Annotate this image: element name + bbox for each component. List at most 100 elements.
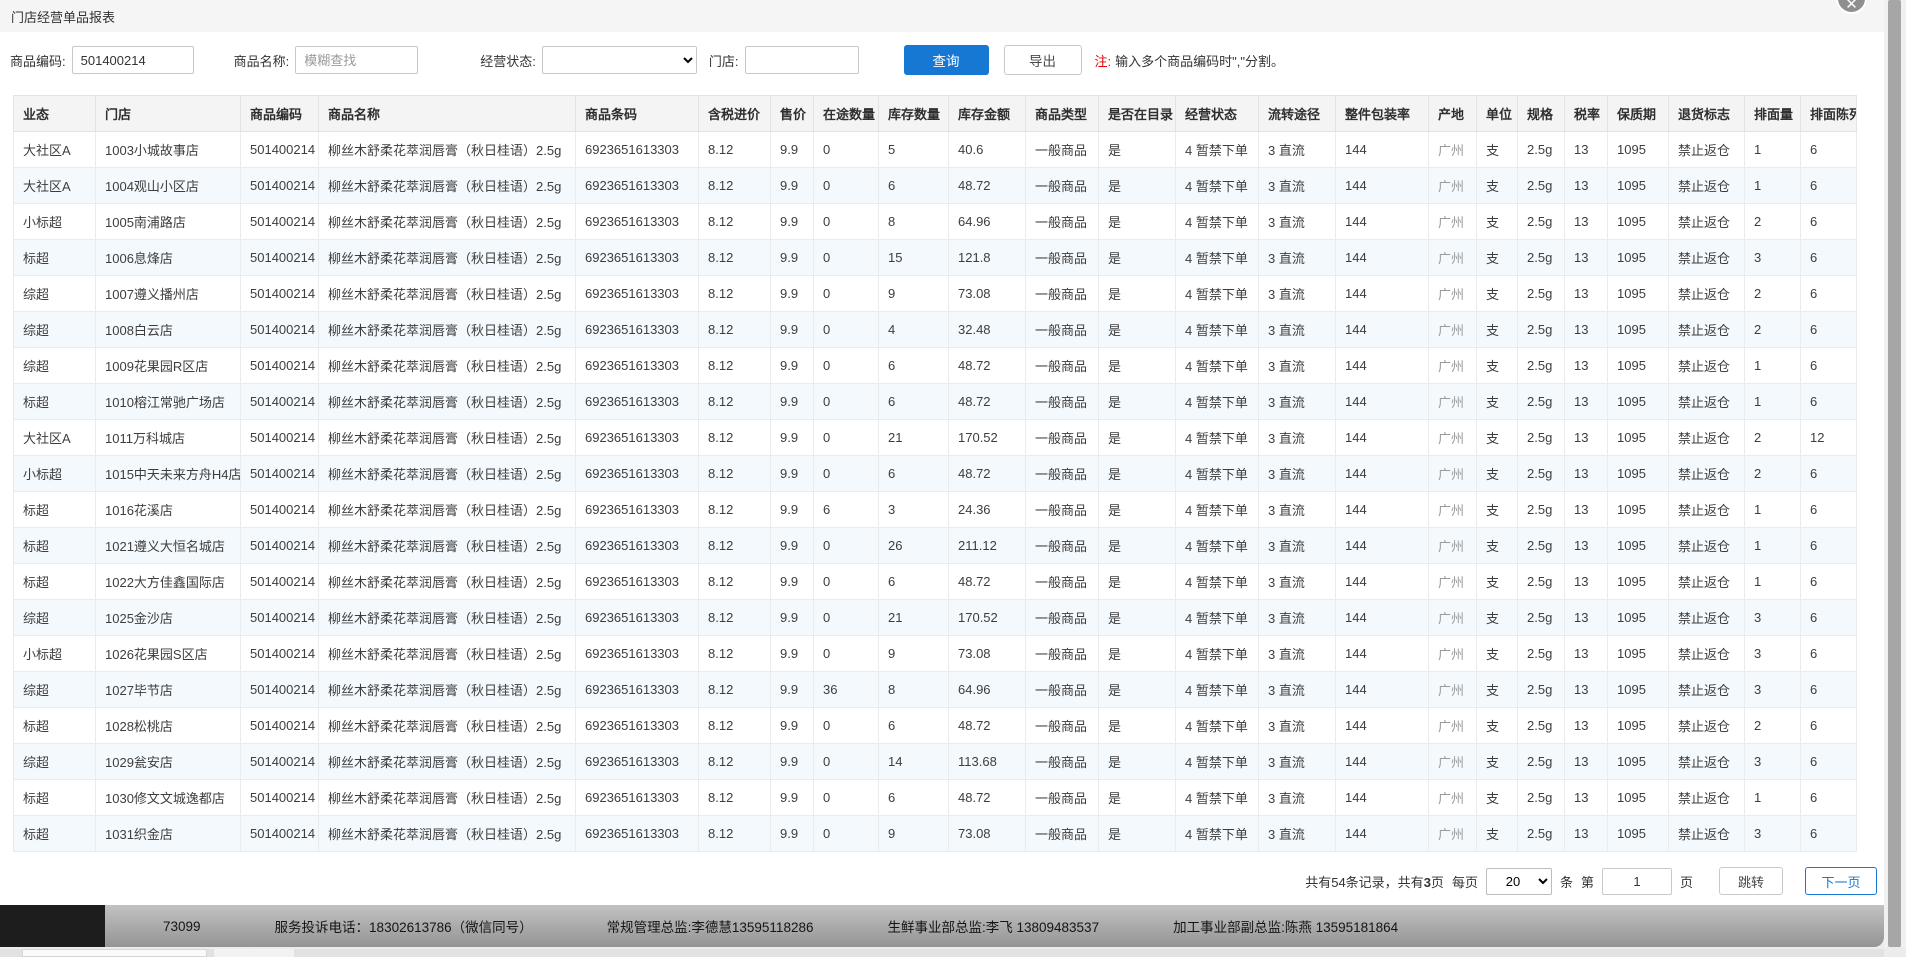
table-row: 标超1022大方佳鑫国际店501400214柳丝木舒柔花萃润唇膏（秋日桂语）2.…: [14, 564, 1857, 600]
cell-display: 2: [1745, 204, 1801, 240]
footer-bar: 73099 服务投诉电话：18302613786（微信同号） 常规管理总监:李德…: [0, 905, 1884, 947]
cell-display_total: 6: [1801, 384, 1857, 420]
cell-transit: 0: [814, 312, 879, 348]
cell-store: 1005南浦路店: [96, 204, 241, 240]
cell-price: 9.9: [771, 492, 814, 528]
cell-name: 柳丝木舒柔花萃润唇膏（秋日桂语）2.5g: [319, 528, 576, 564]
column-header-pack_rate: 整件包装率: [1336, 96, 1429, 132]
cell-pack_rate: 144: [1336, 348, 1429, 384]
cell-type: 一般商品: [1026, 348, 1099, 384]
cell-stock: 6: [879, 456, 949, 492]
cell-channel: 3 直流: [1259, 816, 1336, 852]
table-row: 综超1008白云店501400214柳丝木舒柔花萃润唇膏（秋日桂语）2.5g69…: [14, 312, 1857, 348]
cell-display: 3: [1745, 816, 1801, 852]
cell-type: 一般商品: [1026, 132, 1099, 168]
cell-type: 一般商品: [1026, 384, 1099, 420]
cell-store: 1009花果园R区店: [96, 348, 241, 384]
page-number-input[interactable]: [1602, 868, 1672, 895]
cell-name: 柳丝木舒柔花萃润唇膏（秋日桂语）2.5g: [319, 564, 576, 600]
cell-code: 501400214: [241, 492, 319, 528]
cell-return_flag: 禁止返仓: [1669, 348, 1745, 384]
cell-amount: 121.8: [949, 240, 1026, 276]
footer-logo-block: [0, 905, 105, 947]
cell-origin: 广州: [1429, 420, 1477, 456]
store-input[interactable]: [745, 46, 859, 74]
cell-barcode: 6923651613303: [576, 168, 699, 204]
cell-return_flag: 禁止返仓: [1669, 168, 1745, 204]
cell-shelf_life: 1095: [1608, 528, 1669, 564]
per-page-select[interactable]: 20: [1486, 868, 1552, 895]
cell-display: 3: [1745, 600, 1801, 636]
cell-store: 1026花果园S区店: [96, 636, 241, 672]
cell-stock: 4: [879, 312, 949, 348]
product-name-input[interactable]: [295, 46, 418, 74]
cell-display_total: 6: [1801, 528, 1857, 564]
column-header-amount: 库存金额: [949, 96, 1026, 132]
page-scrollbar[interactable]: [1884, 0, 1906, 947]
column-header-tax: 税率: [1565, 96, 1608, 132]
cell-stock: 6: [879, 780, 949, 816]
product-name-label: 商品名称:: [234, 51, 290, 70]
cell-spec: 2.5g: [1518, 456, 1565, 492]
column-header-unit: 单位: [1477, 96, 1518, 132]
table-row: 大社区A1003小城故事店501400214柳丝木舒柔花萃润唇膏（秋日桂语）2.…: [14, 132, 1857, 168]
cell-code: 501400214: [241, 528, 319, 564]
cell-unit: 支: [1477, 204, 1518, 240]
cell-biz: 综超: [14, 600, 96, 636]
cell-amount: 170.52: [949, 600, 1026, 636]
jump-button[interactable]: 跳转: [1719, 867, 1783, 895]
cell-return_flag: 禁止返仓: [1669, 528, 1745, 564]
cell-price_in: 8.12: [699, 492, 771, 528]
product-code-input[interactable]: [72, 46, 194, 74]
cell-origin: 广州: [1429, 312, 1477, 348]
cell-status: 4 暂禁下单: [1176, 276, 1259, 312]
cell-transit: 36: [814, 672, 879, 708]
next-page-button[interactable]: 下一页: [1805, 867, 1877, 895]
scrollbar-thumb[interactable]: [1888, 0, 1901, 947]
cell-name: 柳丝木舒柔花萃润唇膏（秋日桂语）2.5g: [319, 780, 576, 816]
column-header-origin: 产地: [1429, 96, 1477, 132]
cell-channel: 3 直流: [1259, 132, 1336, 168]
cell-display: 1: [1745, 564, 1801, 600]
cell-code: 501400214: [241, 636, 319, 672]
cell-stock: 6: [879, 564, 949, 600]
table-row: 标超1010榕江常驰广场店501400214柳丝木舒柔花萃润唇膏（秋日桂语）2.…: [14, 384, 1857, 420]
cell-price_in: 8.12: [699, 384, 771, 420]
footer-item-service-phone: 服务投诉电话：18302613786（微信同号）: [275, 916, 533, 936]
cell-code: 501400214: [241, 708, 319, 744]
cell-name: 柳丝木舒柔花萃润唇膏（秋日桂语）2.5g: [319, 744, 576, 780]
column-header-price: 售价: [771, 96, 814, 132]
cell-display_total: 6: [1801, 600, 1857, 636]
cell-unit: 支: [1477, 636, 1518, 672]
cell-biz: 标超: [14, 708, 96, 744]
cell-price_in: 8.12: [699, 312, 771, 348]
cell-spec: 2.5g: [1518, 312, 1565, 348]
cell-amount: 40.6: [949, 132, 1026, 168]
cell-unit: 支: [1477, 780, 1518, 816]
cell-price: 9.9: [771, 744, 814, 780]
cell-store: 1029瓮安店: [96, 744, 241, 780]
query-button[interactable]: 查询: [904, 45, 989, 75]
cell-pack_rate: 144: [1336, 672, 1429, 708]
cell-channel: 3 直流: [1259, 384, 1336, 420]
cell-display_total: 6: [1801, 744, 1857, 780]
cell-unit: 支: [1477, 564, 1518, 600]
cell-channel: 3 直流: [1259, 312, 1336, 348]
cell-return_flag: 禁止返仓: [1669, 204, 1745, 240]
cell-display: 1: [1745, 384, 1801, 420]
status-select[interactable]: [542, 46, 697, 74]
cell-unit: 支: [1477, 672, 1518, 708]
table-row: 综超1029瓮安店501400214柳丝木舒柔花萃润唇膏（秋日桂语）2.5g69…: [14, 744, 1857, 780]
cell-code: 501400214: [241, 312, 319, 348]
column-header-name: 商品名称: [319, 96, 576, 132]
cell-pack_rate: 144: [1336, 132, 1429, 168]
cell-status: 4 暂禁下单: [1176, 492, 1259, 528]
cell-amount: 48.72: [949, 456, 1026, 492]
cell-spec: 2.5g: [1518, 420, 1565, 456]
cell-return_flag: 禁止返仓: [1669, 672, 1745, 708]
export-button[interactable]: 导出: [1004, 45, 1082, 75]
cell-type: 一般商品: [1026, 564, 1099, 600]
column-header-type: 商品类型: [1026, 96, 1099, 132]
cell-barcode: 6923651613303: [576, 636, 699, 672]
footer-contacts: 73099 服务投诉电话：18302613786（微信同号） 常规管理总监:李德…: [105, 905, 1884, 947]
